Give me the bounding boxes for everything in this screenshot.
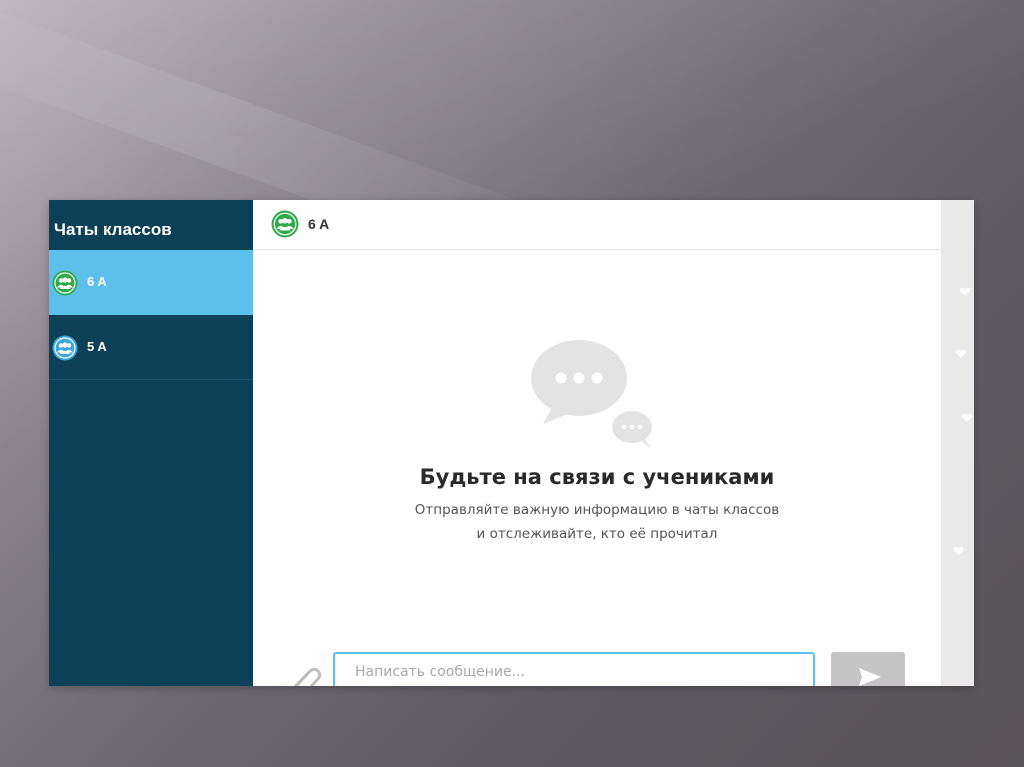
decorative-glyph: ❤	[961, 411, 973, 427]
chat-panel: 6 A Будьте на связи с учениками Отправля…	[253, 200, 941, 686]
group-avatar-icon	[52, 335, 78, 365]
group-avatar-icon	[271, 210, 299, 242]
empty-state-title: Будьте на связи с учениками	[419, 465, 775, 489]
chat-header: 6 A	[253, 200, 941, 250]
empty-state-description-line-2: и отслеживайте, кто её прочитал	[476, 526, 718, 542]
side-panel-edge: ❤ ❤ ❤ ❤	[941, 200, 974, 686]
send-icon	[859, 668, 881, 686]
empty-state-description-line-1: Отправляйте важную информацию в чаты кла…	[414, 502, 780, 518]
chat-title: 6 A	[308, 216, 330, 232]
decorative-glyph: ❤	[959, 285, 971, 301]
decorative-glyph: ❤	[955, 347, 967, 363]
app-window: Чаты классов 6 A 5 A 6 A Будьте на связи…	[49, 200, 974, 686]
group-avatar-icon	[52, 270, 78, 300]
paperclip-icon[interactable]	[283, 660, 323, 686]
sidebar-item-5a[interactable]: 5 A	[49, 315, 253, 380]
sidebar-item-label: 6 A	[87, 274, 107, 289]
message-input[interactable]	[333, 652, 815, 686]
sidebar: Чаты классов 6 A 5 A	[49, 200, 253, 686]
sidebar-item-6a[interactable]: 6 A	[49, 250, 253, 315]
decorative-glyph: ❤	[953, 544, 965, 560]
send-button[interactable]	[831, 652, 905, 686]
chat-bubbles-icon	[531, 338, 657, 454]
sidebar-title: Чаты классов	[54, 220, 172, 239]
sidebar-item-label: 5 A	[87, 339, 107, 354]
